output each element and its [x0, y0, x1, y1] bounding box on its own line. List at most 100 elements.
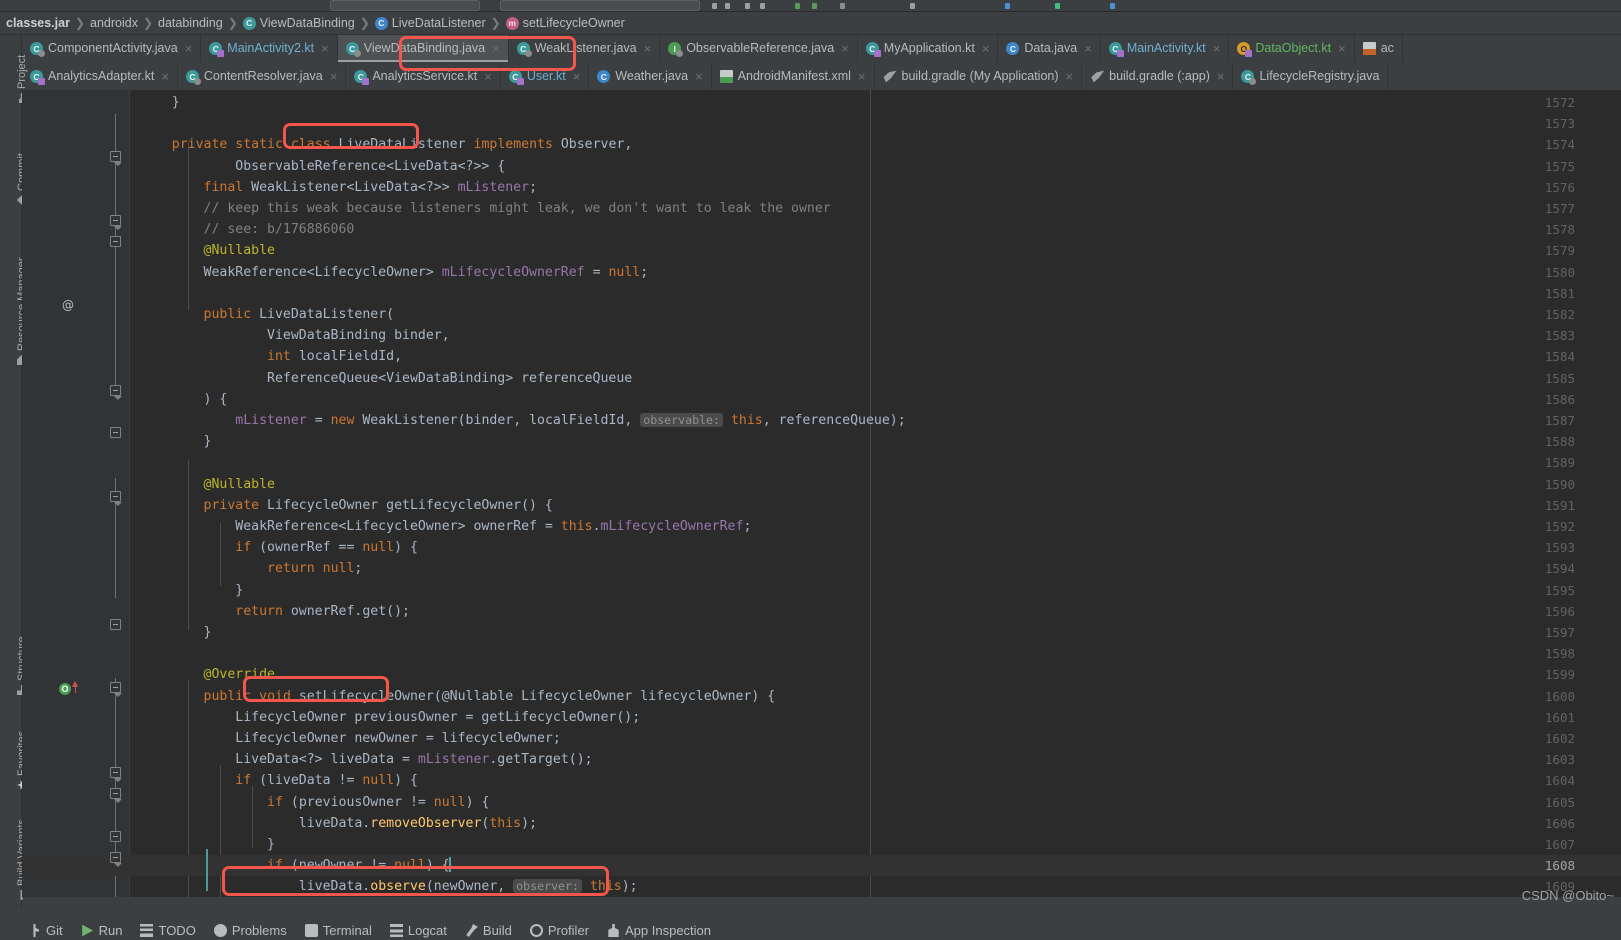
sync-icon[interactable] [795, 3, 800, 9]
code-line[interactable]: 1581 [22, 283, 1621, 304]
code-line[interactable]: 1603 LiveData<?> liveData = mListener.ge… [22, 749, 1621, 770]
tab-dataobject-kt[interactable]: O DataObject.kt × [1229, 35, 1355, 62]
tab-user-kt[interactable]: C User.kt × [500, 63, 590, 90]
gradle-sync-icon[interactable] [1005, 3, 1010, 9]
breadcrumb-item-classes-jar[interactable]: classes.jar [6, 16, 70, 30]
avd-icon[interactable] [812, 3, 817, 9]
close-icon[interactable]: × [1084, 41, 1092, 56]
code-line[interactable]: 1575 ObservableReference<LiveData<?>> { [22, 156, 1621, 177]
code-line[interactable]: 1577 // keep this weak because listeners… [22, 198, 1621, 219]
code-line[interactable]: 1578 // see: b/176886060 [22, 219, 1621, 240]
sdk-icon[interactable] [840, 3, 845, 9]
close-icon[interactable]: × [492, 41, 500, 56]
code-line[interactable]: 1572 } [22, 92, 1621, 113]
code-line[interactable]: 1607 } [22, 834, 1621, 855]
status-item-problems[interactable]: Problems [213, 923, 287, 938]
override-method-icon[interactable]: O [59, 683, 71, 695]
code-line[interactable]: 1585 ReferenceQueue<ViewDataBinding> ref… [22, 368, 1621, 389]
code-line[interactable]: 1589 [22, 452, 1621, 473]
code-line[interactable]: 1606 liveData.removeObserver(this); [22, 813, 1621, 834]
debug-icon[interactable] [725, 3, 730, 9]
close-icon[interactable]: × [841, 41, 849, 56]
code-line[interactable]: 1582 public LiveDataListener( [22, 304, 1621, 325]
code-line[interactable]: 1604 if (liveData != null) { [22, 770, 1621, 791]
fold-marker[interactable] [110, 767, 122, 782]
status-item-app-inspection[interactable]: App Inspection [607, 923, 711, 938]
fold-marker[interactable] [110, 852, 122, 867]
close-icon[interactable]: × [1217, 69, 1225, 84]
code-line[interactable]: 1576 final WeakListener<LiveData<?>> mLi… [22, 177, 1621, 198]
device-selector[interactable] [500, 0, 700, 11]
breadcrumb-item-setlifecycleowner[interactable]: m setLifecycleOwner [505, 16, 625, 30]
fold-marker[interactable] [110, 788, 122, 803]
fold-marker[interactable] [110, 151, 122, 166]
code-line[interactable]: 1592 WeakReference<LifecycleOwner> owner… [22, 516, 1621, 537]
code-line[interactable]: 1609 liveData.observe(newOwner, observer… [22, 876, 1621, 897]
close-icon[interactable]: × [161, 69, 169, 84]
breadcrumb-item-livedatalistener[interactable]: C LiveDataListener [374, 16, 486, 30]
code-line[interactable]: 1579 @Nullable [22, 240, 1621, 261]
fold-marker[interactable] [110, 491, 122, 506]
status-item-profiler[interactable]: Profiler [529, 923, 589, 938]
breadcrumb-item-viewdatabinding[interactable]: C ViewDataBinding [242, 16, 355, 30]
code-editor[interactable]: 1572 } 1573 1574 private static class Live… [22, 90, 1621, 897]
fold-marker[interactable] [110, 236, 121, 247]
tab-myapplication-kt[interactable]: C MyApplication.kt × [857, 35, 999, 62]
tab-contentresolver-java[interactable]: C ContentResolver.java × [177, 63, 347, 90]
breadcrumb-item-databinding[interactable]: databinding [158, 16, 223, 30]
close-icon[interactable]: × [484, 69, 492, 84]
tab-analyticsadapter-kt[interactable]: C AnalyticsAdapter.kt × [22, 63, 178, 90]
search-icon[interactable] [1110, 3, 1115, 9]
tab-androidmanifest-xml[interactable]: AndroidManifest.xml × [711, 63, 875, 90]
close-icon[interactable]: × [330, 69, 338, 84]
code-line[interactable]: 1583 ViewDataBinding binder, [22, 325, 1621, 346]
fold-marker[interactable] [110, 831, 121, 842]
close-icon[interactable]: × [982, 41, 990, 56]
tab-analyticsservice-kt[interactable]: C AnalyticsService.kt × [346, 63, 501, 90]
fold-marker[interactable] [110, 427, 121, 438]
status-item-run[interactable]: Run [81, 923, 122, 938]
status-item-build[interactable]: Build [465, 923, 512, 938]
fold-marker[interactable] [110, 215, 122, 230]
tab-build-gradle-app[interactable]: build.gradle (:app) × [1082, 63, 1234, 90]
code-line[interactable]: 1596 return ownerRef.get(); [22, 601, 1621, 622]
tab-viewdatabinding-java[interactable]: C ViewDataBinding.java × [337, 35, 509, 62]
status-item-logcat[interactable]: Logcat [389, 923, 447, 938]
fold-marker[interactable] [110, 619, 121, 630]
tab-data-java[interactable]: C Data.java × [998, 35, 1101, 62]
fold-marker[interactable] [110, 385, 122, 400]
code-line[interactable]: 1584 int localFieldId, [22, 346, 1621, 367]
close-icon[interactable]: × [858, 69, 866, 84]
tab-lifecycleregistry-java[interactable]: C LifecycleRegistry.java [1233, 63, 1389, 90]
stop-icon[interactable] [745, 3, 750, 9]
close-icon[interactable]: × [1066, 69, 1074, 84]
annotation-gutter-icon[interactable]: @ [62, 295, 74, 316]
code-line[interactable]: 1586 ) { [22, 389, 1621, 410]
profile-icon[interactable] [910, 3, 915, 9]
code-line[interactable]: 1605 if (previousOwner != null) { [22, 792, 1621, 813]
code-line[interactable]: 1587 mListener = new WeakListener(binder… [22, 410, 1621, 431]
run-icon[interactable] [712, 3, 717, 9]
tab-observablereference-java[interactable]: I ObservableReference.java × [660, 35, 858, 62]
tab-mainactivity2-kt[interactable]: C MainActivity2.kt × [201, 35, 338, 62]
code-line[interactable]: 1600 public void setLifecycleOwner(@Null… [22, 686, 1621, 707]
code-line[interactable]: 1573 [22, 113, 1621, 134]
code-line[interactable]: 1588 } [22, 431, 1621, 452]
code-line[interactable]: 1599 @Override [22, 664, 1621, 685]
code-line[interactable]: 1594 return null; [22, 558, 1621, 579]
code-line[interactable]: 1574 private static class LiveDataListen… [22, 134, 1621, 155]
close-icon[interactable]: × [321, 41, 329, 56]
tab-weaklistener-java[interactable]: C WeakListener.java × [508, 35, 661, 62]
close-icon[interactable]: × [1213, 41, 1221, 56]
tab-ac-xml[interactable]: ac [1354, 35, 1403, 62]
close-icon[interactable]: × [1338, 41, 1346, 56]
code-line[interactable]: 1590 @Nullable [22, 474, 1621, 495]
code-line[interactable]: 1591 private LifecycleOwner getLifecycle… [22, 495, 1621, 516]
status-item-git[interactable]: Git [28, 923, 63, 938]
close-icon[interactable]: × [695, 69, 703, 84]
code-line[interactable]: 1602 LifecycleOwner newOwner = lifecycle… [22, 728, 1621, 749]
close-icon[interactable]: × [644, 41, 652, 56]
code-line[interactable]: 1598 [22, 643, 1621, 664]
status-item-todo[interactable]: TODO [140, 923, 196, 938]
fold-marker[interactable] [110, 682, 122, 697]
